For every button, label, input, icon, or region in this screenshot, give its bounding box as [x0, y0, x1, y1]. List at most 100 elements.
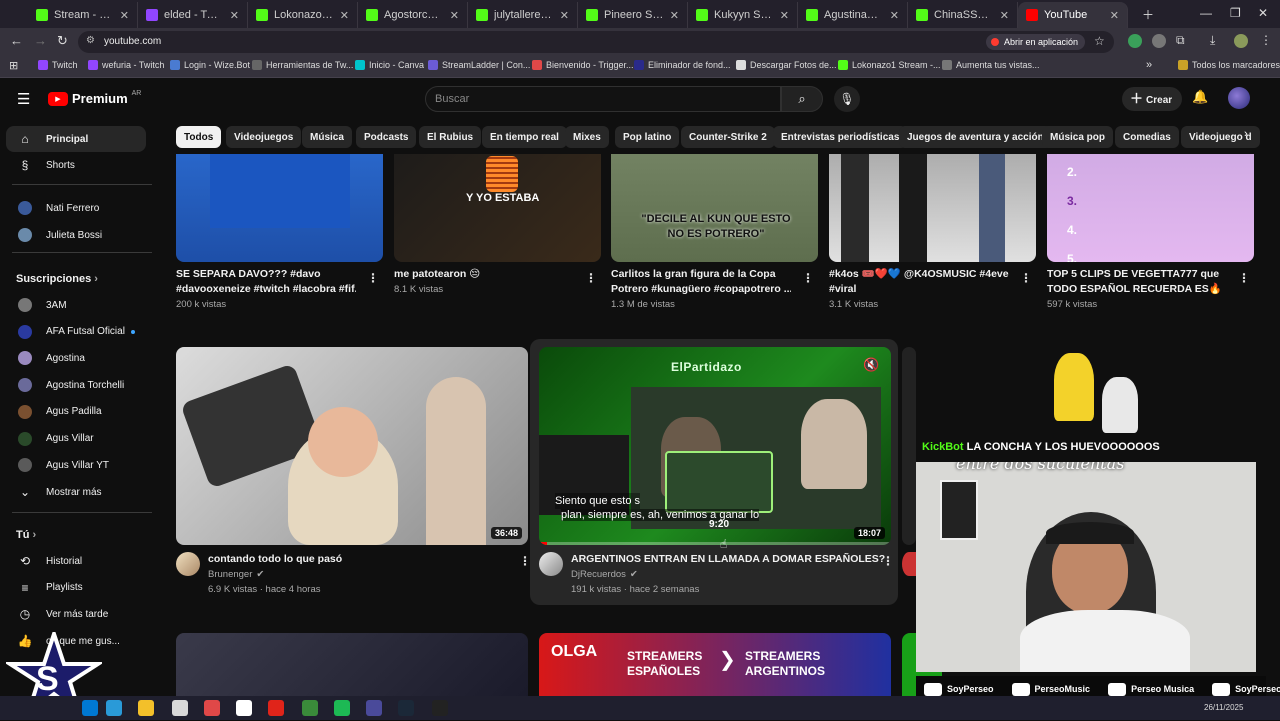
app-icon[interactable] — [236, 700, 252, 716]
filter-chip[interactable]: Juegos de aventura y acción — [899, 126, 1052, 148]
video-title[interactable]: me patotearon 😔 — [394, 267, 574, 282]
bookmark-item[interactable]: Bienvenido - Trigger... — [532, 60, 634, 70]
filter-chip[interactable]: Podcasts — [356, 126, 417, 148]
url-box[interactable]: ⚙ youtube.com Abrir en aplicación ☆ — [78, 31, 1114, 53]
sidebar-subscription[interactable]: Agostina — [6, 345, 146, 371]
video-thumbnail[interactable] — [176, 633, 528, 696]
extension-icon[interactable] — [1128, 34, 1142, 48]
tab-close-icon[interactable]: ✕ — [670, 9, 679, 22]
video-title[interactable]: contando todo lo que pasó — [208, 552, 342, 567]
sidebar-subscription[interactable]: Agus Padilla — [6, 399, 146, 425]
windows-start-icon[interactable] — [82, 700, 98, 716]
bookmark-item[interactable]: Lokonazo1 Stream -... — [838, 60, 941, 70]
mute-icon[interactable]: 🔇 — [863, 357, 879, 373]
filter-chip[interactable]: Música — [302, 126, 352, 148]
tab-close-icon[interactable]: ✕ — [230, 9, 239, 22]
video-title-line2[interactable]: #viral — [829, 282, 1009, 297]
notifications-bell-icon[interactable]: 🔔 — [1192, 89, 1208, 105]
store-icon[interactable] — [172, 700, 188, 716]
reload-icon[interactable]: ↻ — [57, 33, 68, 49]
browser-tab[interactable]: Stream - Kick Da ✕ — [28, 2, 138, 28]
new-tab-button[interactable]: ＋ — [1142, 6, 1154, 23]
chrome-icon[interactable] — [302, 700, 318, 716]
video-menu-kebab-icon[interactable]: ⋮ — [367, 271, 379, 285]
minimize-icon[interactable]: — — [1200, 6, 1212, 20]
account-avatar[interactable] — [1228, 87, 1250, 109]
tab-close-icon[interactable]: ✕ — [120, 9, 129, 22]
filter-chip[interactable]: Videojuegos — [226, 126, 302, 148]
close-window-icon[interactable]: ✕ — [1258, 6, 1268, 20]
browser-tab[interactable]: Agustina_Jou ✕ — [798, 2, 908, 28]
bookmark-item[interactable]: Login - Wize.Bot — [170, 60, 250, 70]
tab-close-icon[interactable]: ✕ — [1000, 9, 1009, 22]
video-thumbnail[interactable]: "DECILE AL KUN QUE ESTO NO ES POTRERO" — [611, 154, 818, 262]
sidebar-item-you[interactable]: ⟲ Historial — [6, 548, 146, 574]
download-icon[interactable]: ⤓ — [1210, 33, 1215, 48]
extensions-puzzle-icon[interactable]: ⧉ — [1176, 33, 1185, 48]
sidebar-item-shorts[interactable]: § Shorts — [6, 152, 146, 178]
browser-tab[interactable]: Kukyyn Stream - V ✕ — [688, 2, 798, 28]
search-input[interactable]: Buscar — [425, 86, 781, 112]
epic-games-icon[interactable] — [432, 700, 448, 716]
tab-close-icon[interactable]: ✕ — [560, 9, 569, 22]
channel-name[interactable]: DjRecuerdos ✔ — [571, 568, 638, 582]
youtube-logo[interactable]: ▶ Premium AR — [48, 90, 141, 106]
browser-tab[interactable]: YouTube ✕ — [1018, 2, 1128, 28]
filter-chip[interactable]: Todos — [176, 126, 222, 148]
back-icon[interactable]: ← — [10, 33, 23, 48]
sidebar-item-you[interactable]: ◷ Ver más tarde — [6, 601, 146, 627]
opera-icon[interactable] — [268, 700, 284, 716]
video-thumbnail[interactable]: Y YO ESTABA — [394, 154, 601, 262]
bookmark-item[interactable]: Eliminador de fond... — [634, 60, 731, 70]
site-info-icon[interactable]: ⚙ — [86, 35, 95, 46]
bookmark-item[interactable]: wefuria - Twitch — [88, 60, 164, 70]
video-menu-kebab-icon[interactable]: ⋮ — [882, 554, 894, 568]
filter-chip[interactable]: En tiempo real — [482, 126, 567, 148]
sidebar-channel[interactable]: Nati Ferrero — [6, 195, 146, 221]
browser-tab[interactable]: elded - Twitch ✕ — [138, 2, 248, 28]
sidebar-subscription[interactable]: Agostina Torchelli — [6, 372, 146, 398]
sidebar-item-you[interactable]: ≡ Playlists — [6, 575, 146, 601]
video-thumbnail[interactable] — [829, 154, 1036, 262]
steam-icon[interactable] — [398, 700, 414, 716]
voice-search-button[interactable]: 🎙 — [834, 86, 860, 112]
app-icon[interactable] — [366, 700, 382, 716]
sidebar-item-home[interactable]: ⌂ Principal — [6, 126, 146, 152]
profile-avatar[interactable] — [1234, 34, 1248, 48]
filter-chip[interactable]: Counter-Strike 2 — [681, 126, 775, 148]
bookmark-item[interactable]: Inicio - Canva — [355, 60, 424, 70]
video-menu-kebab-icon[interactable]: ⋮ — [519, 554, 531, 568]
bookmark-item[interactable]: StreamLadder | Con... — [428, 60, 530, 70]
sidebar-subscription[interactable]: Agus Villar YT — [6, 452, 146, 478]
sidebar-channel[interactable]: Julieta Bossi — [6, 222, 146, 248]
video-menu-kebab-icon[interactable]: ⋮ — [1238, 271, 1250, 285]
video-thumbnail[interactable] — [176, 154, 383, 262]
subscriptions-header[interactable]: Suscripciones › — [16, 273, 98, 285]
video-title-line2[interactable]: #davooxeneize #twitch #lacobra #fif... — [176, 282, 356, 297]
channel-name[interactable]: Brunenger ✔ — [208, 568, 264, 582]
url-text[interactable]: youtube.com — [104, 36, 161, 47]
file-explorer-icon[interactable] — [138, 700, 154, 716]
chips-next-chevron-icon[interactable]: › — [1244, 128, 1248, 140]
video-title[interactable]: #k4os 🎟️❤️💙 @K4OSMUSIC #4ever — [829, 267, 1009, 282]
bookmark-item[interactable]: Herramientas de Tw... — [252, 60, 353, 70]
filter-chip[interactable]: Entrevistas periodísticas — [773, 126, 908, 148]
search-button[interactable]: ⌕ — [781, 86, 823, 112]
extension-icon[interactable] — [1152, 34, 1166, 48]
video-preview-player[interactable]: ElPartidazo 🔇 ▭ Siento que esto s plan, … — [539, 347, 891, 545]
restore-icon[interactable]: ❐ — [1230, 6, 1241, 20]
browser-tab[interactable]: Lokonazo1 St ✕ — [248, 2, 358, 28]
video-thumbnail[interactable] — [902, 347, 916, 545]
bookmark-item[interactable]: Twitch — [38, 60, 78, 70]
video-thumbnail[interactable]: 2. 3. 4. 5. — [1047, 154, 1254, 262]
video-thumbnail[interactable]: 36:48 — [176, 347, 528, 545]
filter-chip[interactable]: Comedias — [1115, 126, 1179, 148]
tab-close-icon[interactable]: ✕ — [890, 9, 899, 22]
bookmark-star-icon[interactable]: ☆ — [1094, 34, 1105, 48]
video-thumbnail[interactable]: OLGA STREAMERS ESPAÑOLES ❯ STREAMERS ARG… — [539, 633, 891, 696]
menu-kebab-icon[interactable]: ⋮ — [1260, 33, 1272, 47]
edge-icon[interactable] — [106, 700, 122, 716]
bookmark-item[interactable]: Descargar Fotos de... — [736, 60, 837, 70]
tab-close-icon[interactable]: ✕ — [340, 9, 349, 22]
bookmark-item[interactable]: Aumenta tus vistas... — [942, 60, 1040, 70]
